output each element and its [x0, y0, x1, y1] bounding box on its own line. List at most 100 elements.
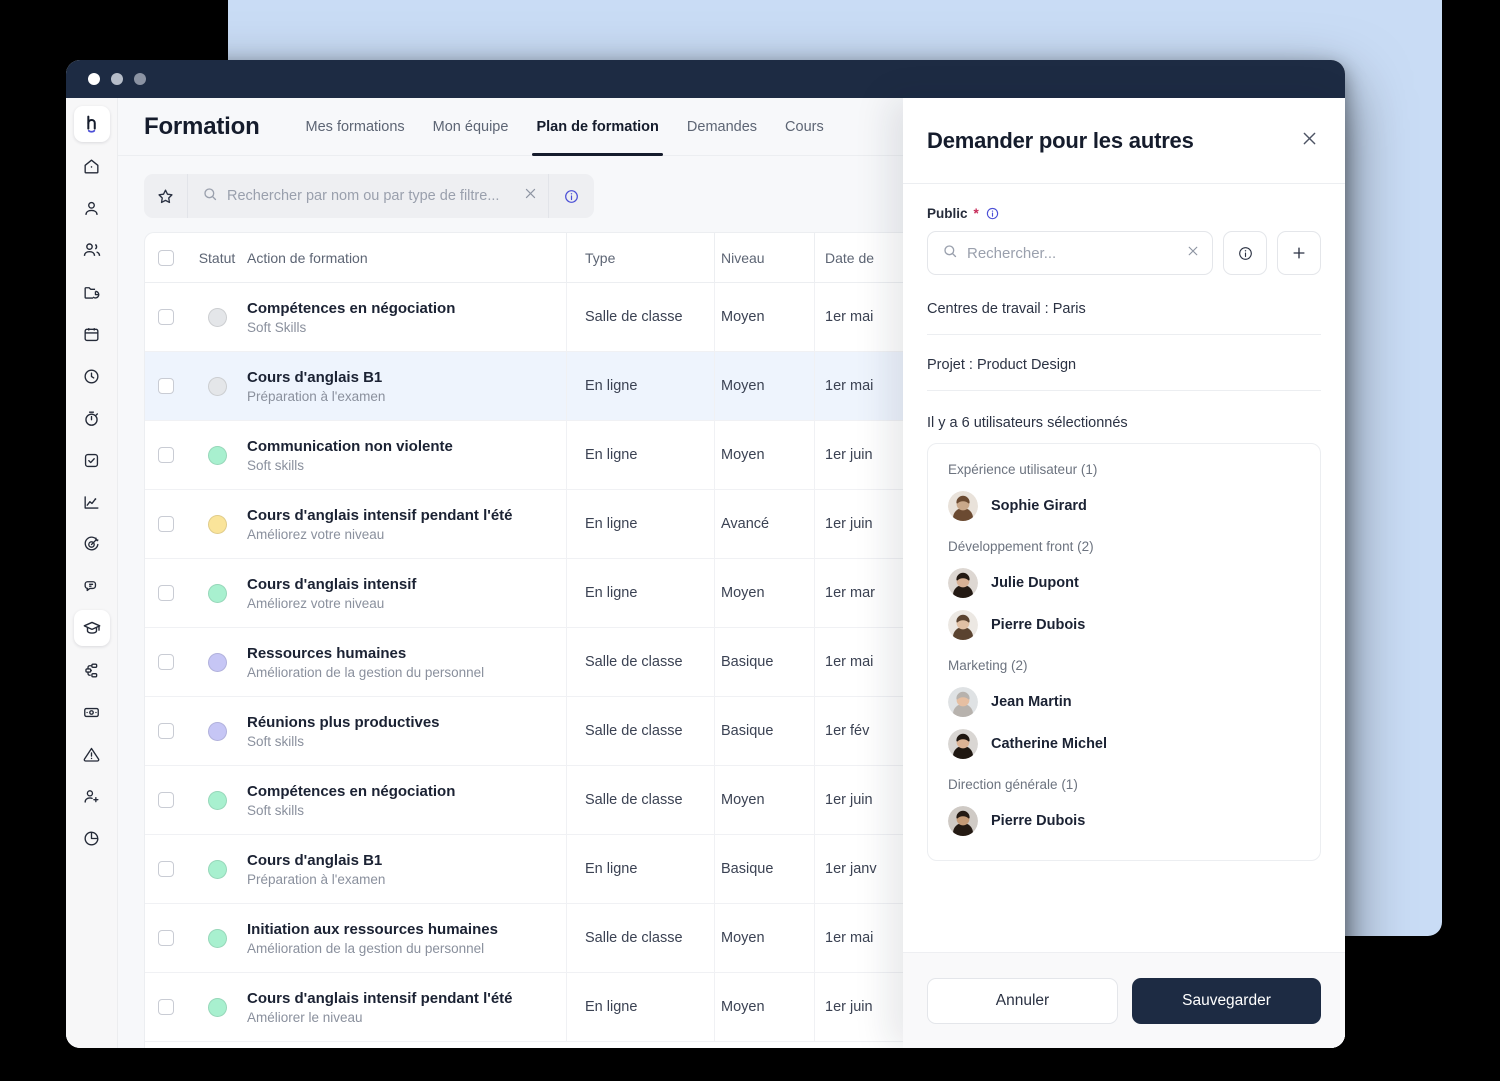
row-checkbox[interactable]: [145, 585, 187, 601]
row-checkbox[interactable]: [145, 930, 187, 946]
sidebar-item-calendar[interactable]: [74, 316, 110, 352]
row-checkbox[interactable]: [145, 861, 187, 877]
row-checkbox[interactable]: [145, 999, 187, 1015]
sidebar-item-home[interactable]: [74, 148, 110, 184]
row-subtitle: Améliorez votre niveau: [247, 527, 385, 543]
star-icon[interactable]: [144, 174, 188, 218]
column-header-type[interactable]: Type: [567, 233, 715, 282]
row-title: Compétences en négociation: [247, 299, 456, 317]
selected-users-box: Expérience utilisateur (1) Sophie Girard D…: [927, 443, 1321, 861]
row-level-cell: Basique: [715, 697, 815, 765]
select-all-checkbox[interactable]: [145, 249, 187, 266]
row-checkbox[interactable]: [145, 792, 187, 808]
row-type-cell: En ligne: [567, 835, 715, 903]
window-close-button[interactable]: [88, 73, 100, 85]
tab-mes-formations[interactable]: Mes formations: [292, 98, 419, 156]
sidebar-item-profile[interactable]: [74, 190, 110, 226]
row-checkbox[interactable]: [145, 309, 187, 325]
row-type-cell: Salle de classe: [567, 283, 715, 351]
save-button[interactable]: Sauvegarder: [1132, 977, 1321, 1024]
row-checkbox[interactable]: [145, 378, 187, 394]
avatar: [948, 687, 978, 717]
avatar: [948, 568, 978, 598]
status-badge: [187, 997, 247, 1017]
sidebar-item-alerts[interactable]: [74, 736, 110, 772]
column-header-niveau[interactable]: Niveau: [715, 233, 815, 282]
row-level-cell: Moyen: [715, 904, 815, 972]
sidebar-item-team[interactable]: [74, 232, 110, 268]
panel-header: Demander pour les autres: [903, 98, 1345, 184]
close-icon[interactable]: [1300, 129, 1319, 153]
app-window: Formation Mes formations Mon équipe Plan…: [66, 60, 1345, 1048]
list-item[interactable]: Jean Martin: [928, 681, 1320, 723]
window-body: Formation Mes formations Mon équipe Plan…: [66, 98, 1345, 1048]
public-label-text: Public: [927, 206, 968, 221]
column-header-action[interactable]: Action de formation: [247, 233, 567, 282]
list-item[interactable]: Catherine Michel: [928, 723, 1320, 765]
row-level-cell: Moyen: [715, 559, 815, 627]
row-type-cell: Salle de classe: [567, 628, 715, 696]
sidebar-item-workflow[interactable]: [74, 652, 110, 688]
meta-projet: Projet : Product Design: [927, 335, 1321, 391]
info-icon[interactable]: [985, 206, 1000, 221]
tab-cours[interactable]: Cours: [771, 98, 838, 156]
row-checkbox[interactable]: [145, 447, 187, 463]
status-badge: [187, 445, 247, 465]
tab-plan-de-formation[interactable]: Plan de formation: [522, 98, 672, 156]
sidebar-item-tasks[interactable]: [74, 442, 110, 478]
status-badge: [187, 376, 247, 396]
cancel-button[interactable]: Annuler: [927, 977, 1118, 1024]
row-title: Communication non violente: [247, 437, 453, 455]
row-checkbox[interactable]: [145, 723, 187, 739]
public-info-button[interactable]: [1223, 231, 1267, 275]
row-type-cell: En ligne: [567, 352, 715, 420]
sidebar-item-reports[interactable]: [74, 820, 110, 856]
avatar: [948, 610, 978, 640]
clear-public-search-icon[interactable]: [1186, 244, 1200, 263]
list-item[interactable]: Sophie Girard: [928, 485, 1320, 527]
sidebar-item-formation[interactable]: [73, 610, 110, 646]
add-public-button[interactable]: [1277, 231, 1321, 275]
search-input[interactable]: Rechercher par nom ou par type de filtre…: [188, 186, 548, 207]
list-item[interactable]: Pierre Dubois: [928, 800, 1320, 842]
row-type-cell: En ligne: [567, 973, 715, 1041]
row-checkbox[interactable]: [145, 516, 187, 532]
search-icon: [202, 186, 218, 207]
row-checkbox[interactable]: [145, 654, 187, 670]
tab-demandes[interactable]: Demandes: [673, 98, 771, 156]
public-search-input[interactable]: Rechercher...: [927, 231, 1213, 275]
sidebar-item-payroll[interactable]: [74, 694, 110, 730]
sidebar-item-messages[interactable]: [74, 568, 110, 604]
sidebar-item-analytics[interactable]: [74, 484, 110, 520]
search-icon: [942, 243, 958, 264]
sidebar-item-clock[interactable]: [74, 358, 110, 394]
row-action-cell: Cours d'anglais intensif Améliorez votre …: [247, 559, 567, 627]
filter-searchbar: Rechercher par nom ou par type de filtre…: [144, 174, 594, 218]
brand-logo[interactable]: [73, 106, 110, 142]
row-level-cell: Avancé: [715, 490, 815, 558]
window-minimize-button[interactable]: [111, 73, 123, 85]
clear-search-icon[interactable]: [523, 186, 538, 206]
sidebar-item-goals[interactable]: [74, 526, 110, 562]
tab-mon-equipe[interactable]: Mon équipe: [419, 98, 523, 156]
search-info-icon[interactable]: [548, 174, 594, 218]
screenshot-stage: Formation Mes formations Mon équipe Plan…: [0, 0, 1500, 1081]
list-item[interactable]: Pierre Dubois: [928, 604, 1320, 646]
public-field-label: Public *: [927, 206, 1321, 221]
row-level-cell: Moyen: [715, 283, 815, 351]
row-title: Ressources humaines: [247, 644, 407, 662]
row-type-cell: Salle de classe: [567, 904, 715, 972]
row-title: Initiation aux ressources humaines: [247, 920, 498, 938]
status-badge: [187, 859, 247, 879]
window-zoom-button[interactable]: [134, 73, 146, 85]
column-header-statut[interactable]: Statut: [187, 250, 247, 266]
sidebar-item-stopwatch[interactable]: [74, 400, 110, 436]
tab-bar: Mes formations Mon équipe Plan de format…: [292, 98, 838, 156]
list-item[interactable]: Julie Dupont: [928, 562, 1320, 604]
sidebar-item-add-user[interactable]: [74, 778, 110, 814]
row-subtitle: Soft skills: [247, 458, 305, 474]
sidebar-item-folder[interactable]: [74, 274, 110, 310]
row-title: Cours d'anglais B1: [247, 851, 383, 869]
person-name: Pierre Dubois: [991, 813, 1086, 829]
avatar: [948, 491, 978, 521]
